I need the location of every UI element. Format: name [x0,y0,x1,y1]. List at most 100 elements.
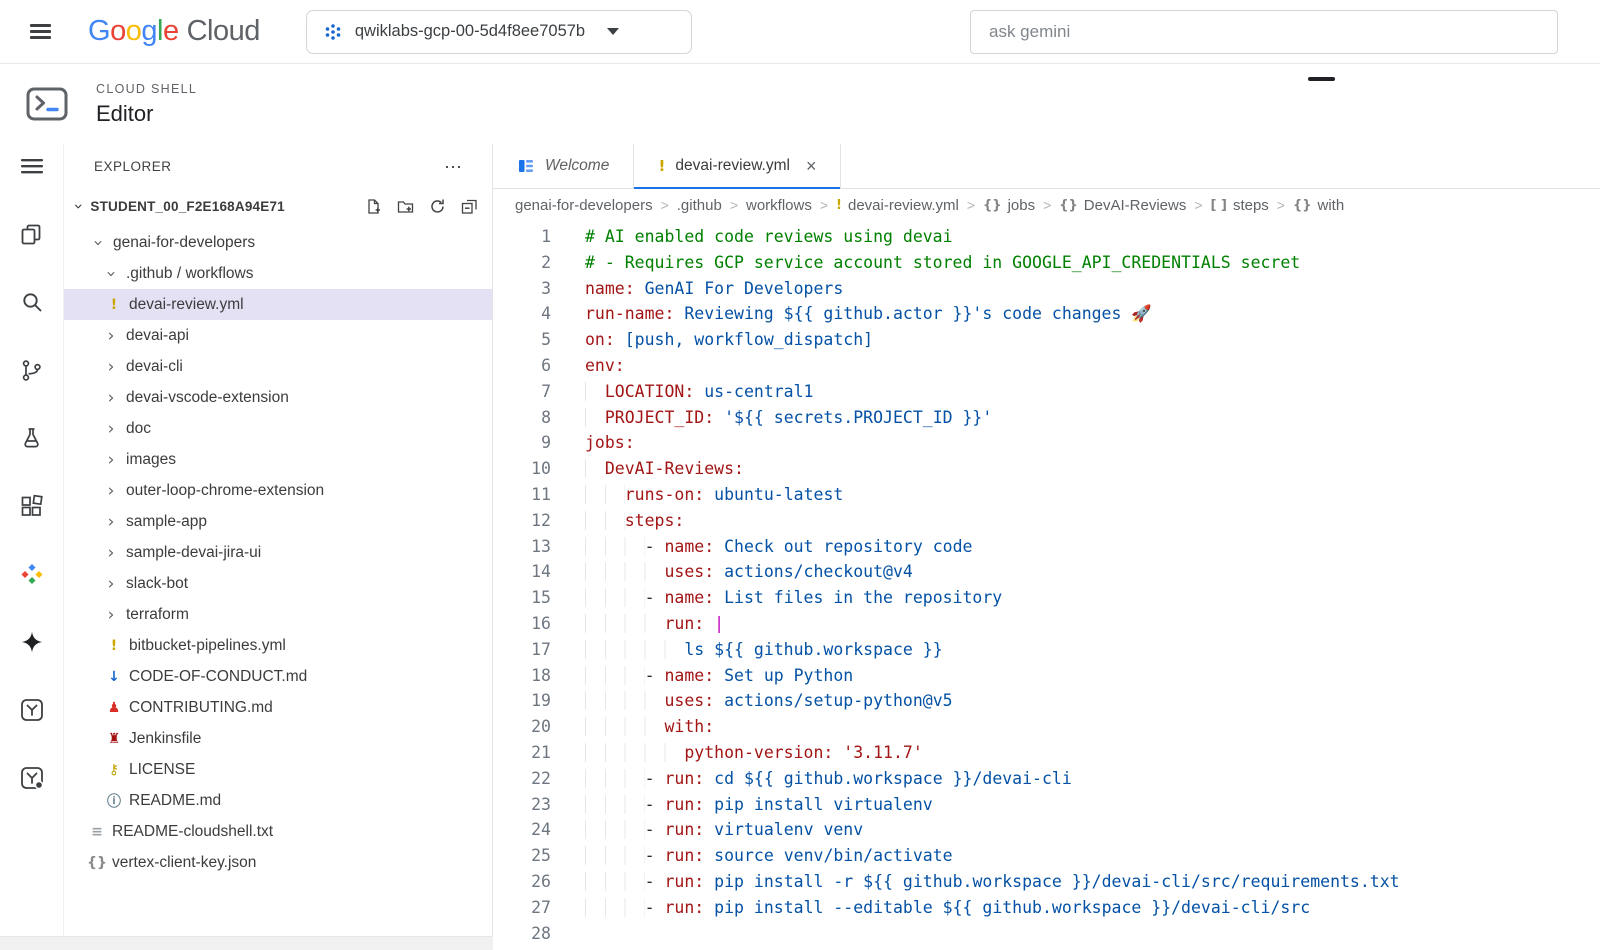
tree-item[interactable]: ›sample-app [64,506,492,537]
code-line[interactable]: 21 python-version: '3.11.7' [493,740,1600,766]
more-actions-icon[interactable]: ⋯ [444,162,464,172]
code-line[interactable]: 16 run: | [493,611,1600,637]
tree-item[interactable]: !bitbucket-pipelines.yml [64,630,492,661]
code-line[interactable]: 9jobs: [493,430,1600,456]
breadcrumb-item[interactable]: genai-for-developers [515,197,653,214]
new-file-icon[interactable] [365,198,382,215]
breadcrumb-separator: > [1194,197,1202,213]
breadcrumb-item[interactable]: !devai-review.yml [836,197,959,214]
explorer-files-icon[interactable] [10,212,54,256]
breadcrumb-item[interactable]: workflows [746,197,812,214]
breadcrumb-item[interactable]: {}DevAI-Reviews [1059,197,1186,214]
gemini-sparkle-icon[interactable] [10,620,54,664]
code-line[interactable]: 28 [493,921,1600,947]
tree-item[interactable]: {}vertex-client-key.json [64,847,492,878]
tree-item[interactable]: ♟CONTRIBUTING.md [64,692,492,723]
collapsed-panel-handle[interactable] [1308,77,1335,81]
extensions-icon[interactable] [10,484,54,528]
code-line[interactable]: 3name: GenAI For Developers [493,276,1600,302]
tree-item[interactable]: ›devai-cli [64,351,492,382]
tree-item[interactable]: ›genai-for-developers [64,227,492,258]
tree-item[interactable]: ›terraform [64,599,492,630]
tree-item-label: CONTRIBUTING.md [129,699,273,717]
close-tab-icon[interactable]: × [806,156,817,177]
code-line[interactable]: 25 - run: source venv/bin/activate [493,843,1600,869]
code-line[interactable]: 7 LOCATION: us-central1 [493,379,1600,405]
code-line[interactable]: 2# - Requires GCP service account stored… [493,250,1600,276]
breadcrumb-item[interactable]: {}jobs [983,197,1035,214]
line-number: 11 [493,482,551,508]
hamburger-bars [30,21,51,43]
tree-item[interactable]: ›.github / workflows [64,258,492,289]
code-line[interactable]: 20 with: [493,714,1600,740]
code-line[interactable]: 19 uses: actions/setup-python@v5 [493,688,1600,714]
line-number: 27 [493,895,551,921]
nav-menu-icon[interactable] [16,21,64,43]
code-text: - name: Set up Python [551,663,853,689]
code-line[interactable]: 13 - name: Check out repository code [493,534,1600,560]
tree-item[interactable]: ›slack-bot [64,568,492,599]
refresh-icon[interactable] [429,198,446,215]
code-line[interactable]: 27 - run: pip install --editable ${{ git… [493,895,1600,921]
ask-gemini-input[interactable] [970,10,1558,54]
code-line[interactable]: 15 - name: List files in the repository [493,585,1600,611]
cloud-shell-header: CLOUD SHELL Editor [0,64,1600,144]
line-number: 21 [493,740,551,766]
tree-item[interactable]: ›devai-vscode-extension [64,382,492,413]
cloud-code-icon[interactable] [10,552,54,596]
y-square-dot-icon[interactable] [10,756,54,800]
code-line[interactable]: 10 DevAI-Reviews: [493,456,1600,482]
warning-icon: ! [836,198,842,213]
code-line[interactable]: 5on: [push, workflow_dispatch] [493,327,1600,353]
chevron-down-icon: › [88,235,108,251]
tab-welcome[interactable]: Welcome [493,144,634,188]
sidebar-horizontal-scrollbar[interactable] [0,936,493,950]
chevron-right-icon: › [103,481,119,501]
tree-item[interactable]: ›outer-loop-chrome-extension [64,475,492,506]
breadcrumb-item[interactable]: .github [677,197,722,214]
project-selector[interactable]: qwiklabs-gcp-00-5d4f8ee7057b [306,10,692,54]
tree-item[interactable]: ›devai-api [64,320,492,351]
tree-item[interactable]: ⓘREADME.md [64,785,492,816]
collapse-all-icon[interactable] [461,198,478,215]
code-line[interactable]: 12 steps: [493,508,1600,534]
tree-item[interactable]: ≡README-cloudshell.txt [64,816,492,847]
tab-devai-review[interactable]: ! devai-review.yml × [634,144,841,188]
code-line[interactable]: 17 ls ${{ github.workspace }} [493,637,1600,663]
workspace-row[interactable]: › STUDENT_00_F2E168A94E71 [64,189,492,223]
code-line[interactable]: 11 runs-on: ubuntu-latest [493,482,1600,508]
y-square-icon[interactable] [10,688,54,732]
google-logo-letters: Google [88,15,179,48]
code-line[interactable]: 1# AI enabled code reviews using devai [493,224,1600,250]
warning-icon: ! [106,638,122,654]
tree-item-label: CODE-OF-CONDUCT.md [129,668,307,686]
breadcrumb-item[interactable]: {}with [1293,197,1344,214]
tree-item[interactable]: ›doc [64,413,492,444]
code-text: - run: pip install virtualenv [551,792,933,818]
activity-menu-icon[interactable] [10,144,54,188]
tree-item[interactable]: ›images [64,444,492,475]
code-text: uses: actions/setup-python@v5 [551,688,953,714]
tree-item[interactable]: ↓CODE-OF-CONDUCT.md [64,661,492,692]
code-line[interactable]: 4run-name: Reviewing ${{ github.actor }}… [493,301,1600,327]
test-flask-icon[interactable] [10,416,54,460]
new-folder-icon[interactable] [397,198,414,215]
tree-item[interactable]: ♜Jenkinsfile [64,723,492,754]
code-line[interactable]: 22 - run: cd ${{ github.workspace }}/dev… [493,766,1600,792]
tree-item[interactable]: ›sample-devai-jira-ui [64,537,492,568]
breadcrumb-item[interactable]: [ ]steps [1211,197,1269,214]
code-line[interactable]: 24 - run: virtualenv venv [493,817,1600,843]
warning-icon: ! [658,157,665,175]
search-icon[interactable] [10,280,54,324]
code-line[interactable]: 26 - run: pip install -r ${{ github.work… [493,869,1600,895]
editor-tab-bar: Welcome ! devai-review.yml × [493,144,1600,189]
code-line[interactable]: 23 - run: pip install virtualenv [493,792,1600,818]
code-line[interactable]: 8 PROJECT_ID: '${{ secrets.PROJECT_ID }}… [493,405,1600,431]
tree-item[interactable]: ⚷LICENSE [64,754,492,785]
explorer-tree: ›genai-for-developers›.github / workflow… [64,223,492,949]
tree-item[interactable]: !devai-review.yml [64,289,492,320]
code-line[interactable]: 14 uses: actions/checkout@v4 [493,559,1600,585]
code-line[interactable]: 6env: [493,353,1600,379]
source-control-icon[interactable] [10,348,54,392]
code-line[interactable]: 18 - name: Set up Python [493,663,1600,689]
